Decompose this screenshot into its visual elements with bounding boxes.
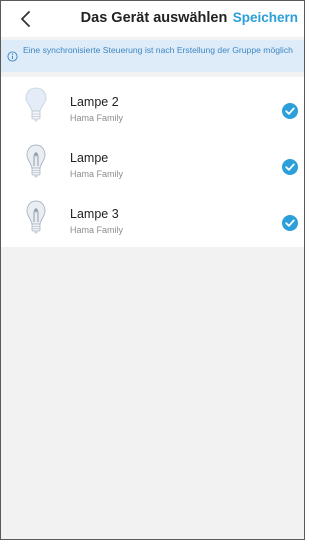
checkmark-icon[interactable]: [282, 159, 298, 175]
checkmark-icon[interactable]: [282, 215, 298, 231]
info-text: Eine synchronisierte Steuerung ist nach …: [23, 45, 293, 55]
bulb-filament-icon: [26, 200, 46, 234]
info-banner: Eine synchronisierte Steuerung ist nach …: [1, 40, 304, 72]
chevron-left-icon: [21, 11, 30, 27]
info-icon: [7, 51, 18, 62]
save-button[interactable]: Speichern: [233, 10, 298, 25]
device-subtitle: Hama Family: [70, 113, 124, 123]
device-name: Lampe 2: [70, 95, 119, 109]
device-subtitle: Hama Family: [70, 169, 124, 179]
device-list: Lampe 2 Hama Family Lampe Hama Family La…: [1, 77, 304, 247]
back-button[interactable]: [15, 7, 37, 31]
device-item-lampe-2[interactable]: Lampe 2 Hama Family: [1, 77, 304, 133]
checkmark-icon[interactable]: [282, 103, 298, 119]
bulb-filament-icon: [26, 144, 46, 178]
device-name: Lampe: [70, 151, 109, 165]
screen: Das Gerät auswählen Speichern Eine synch…: [0, 0, 305, 540]
header-bar: Das Gerät auswählen Speichern: [1, 1, 304, 37]
device-name: Lampe 3: [70, 207, 119, 221]
page-title: Das Gerät auswählen: [80, 10, 228, 26]
device-item-lampe[interactable]: Lampe Hama Family: [1, 133, 304, 189]
bulb-white-icon: [25, 87, 47, 122]
device-subtitle: Hama Family: [70, 225, 124, 235]
device-item-lampe-3[interactable]: Lampe 3 Hama Family: [1, 189, 304, 245]
